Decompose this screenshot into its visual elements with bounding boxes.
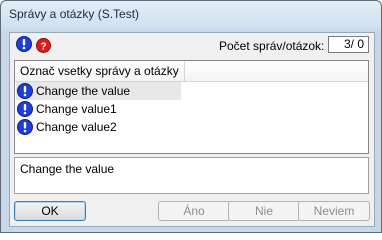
list-item-label: Change the value (36, 84, 131, 98)
list-item-label: Change value2 (36, 120, 117, 134)
ok-button[interactable]: OK (14, 201, 86, 221)
question-icon: ? (36, 38, 51, 53)
dialog-client-area: ? Počet správ/otázok: 3/ 0 Označ vsetky … (9, 32, 375, 227)
exclamation-icon (17, 119, 33, 135)
exclamation-icon (17, 83, 33, 99)
list-item[interactable]: Change value2 (16, 118, 181, 136)
dont-know-button[interactable]: Neviem (298, 201, 370, 221)
dialog-window: Správy a otázky (S.Test) ? Počet správ/o… (0, 0, 382, 233)
select-all-column-header[interactable]: Označ vsetky správy a otázky (15, 61, 185, 81)
window-title: Správy a otázky (S.Test) (9, 7, 140, 21)
list-item[interactable]: Change the value (16, 82, 181, 100)
list-header: Označ vsetky správy a otázky (15, 61, 368, 82)
message-list[interactable]: Označ vsetky správy a otázky Change the … (14, 60, 369, 154)
svg-text:?: ? (40, 41, 46, 52)
exclamation-icon (17, 101, 33, 117)
list-item-label: Change value1 (36, 102, 117, 116)
yes-button[interactable]: Áno (158, 201, 230, 221)
exclamation-icon (16, 36, 32, 52)
no-button[interactable]: Nie (228, 201, 300, 221)
list-item[interactable]: Change value1 (16, 100, 181, 118)
message-detail-text: Change the value (14, 157, 369, 194)
message-count-field: 3/ 0 (328, 36, 369, 53)
message-count-label: Počet správ/otázok: (219, 39, 325, 53)
